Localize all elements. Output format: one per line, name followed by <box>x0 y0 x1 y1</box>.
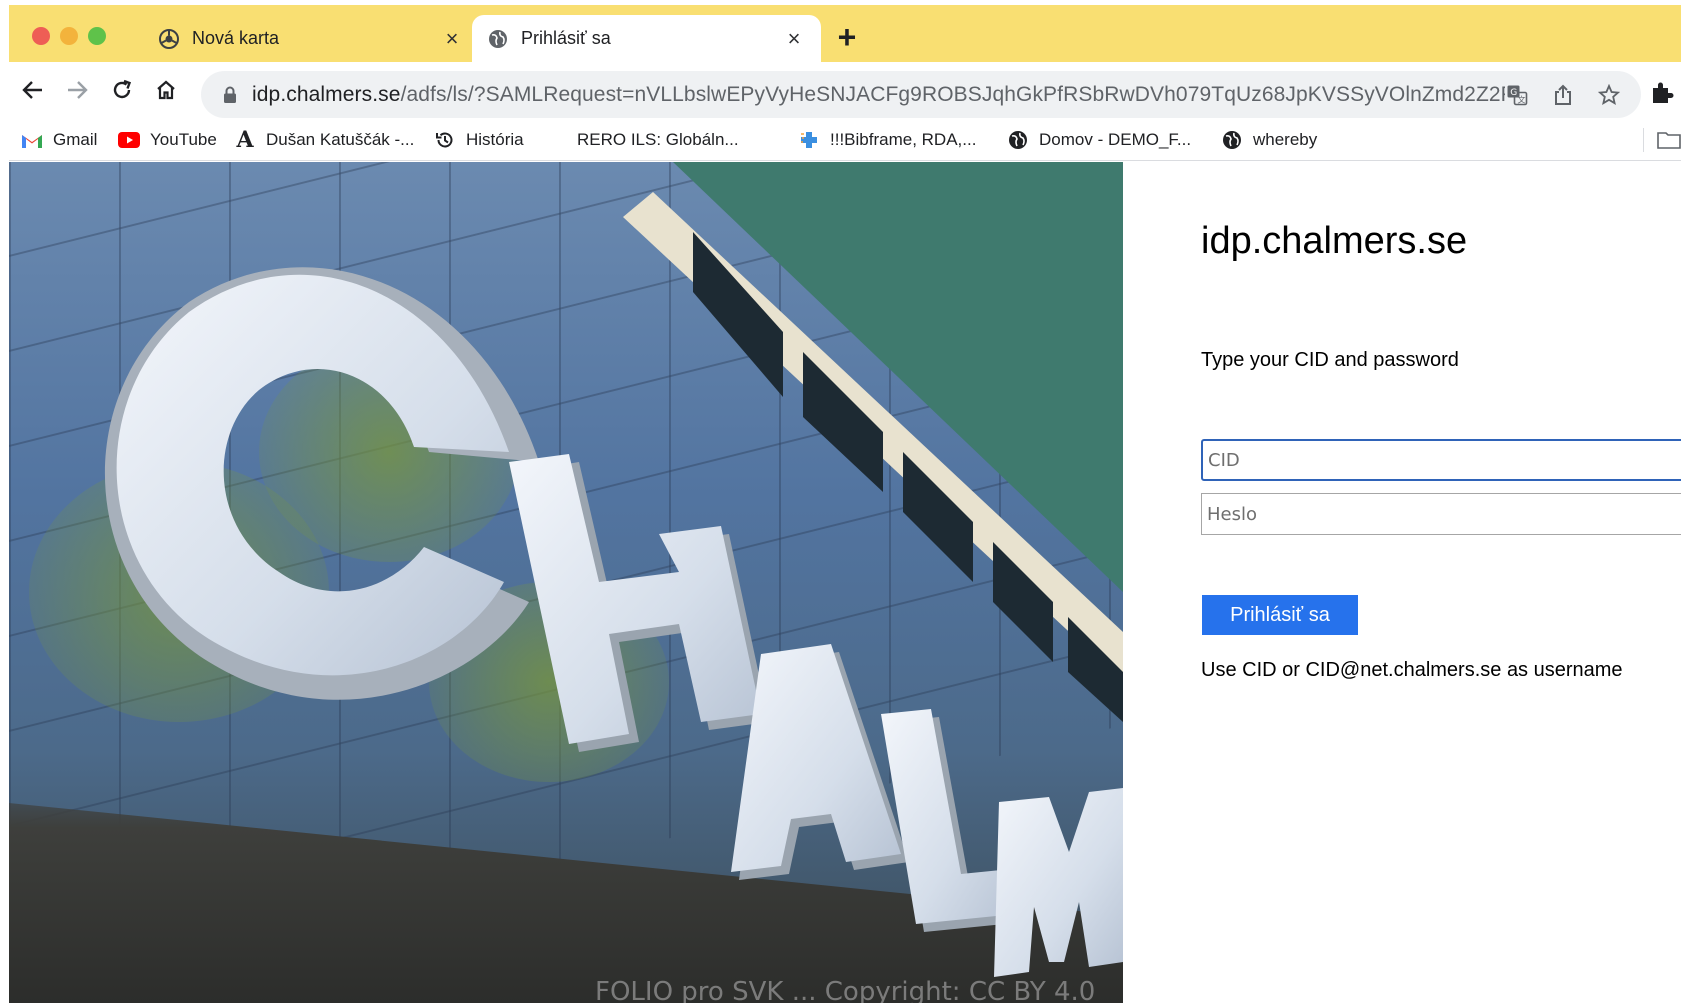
extensions-puzzle-icon[interactable] <box>1649 79 1675 105</box>
back-icon[interactable] <box>17 74 49 106</box>
bookmark-whereby[interactable]: whereby <box>1221 127 1317 153</box>
hero-image-chalmers-sign <box>9 162 1123 1003</box>
tab-new-tab[interactable]: Nová karta × <box>143 15 479 62</box>
new-tab-button[interactable]: + <box>830 21 864 55</box>
url-text[interactable]: idp.chalmers.se/adfs/ls/?SAMLRequest=nVL… <box>252 83 1505 107</box>
history-icon <box>434 130 456 150</box>
bookmark-label: Gmail <box>53 130 98 149</box>
browser-window: Nová karta × Prihlásiť sa × + idp.chalme… <box>9 5 1681 1003</box>
bookmark-star-icon[interactable] <box>1597 83 1621 107</box>
window-maximize-button[interactable] <box>88 27 106 45</box>
lock-icon[interactable] <box>223 86 237 104</box>
window-close-button[interactable] <box>32 27 50 45</box>
tab-strip: Nová karta × Prihlásiť sa × + <box>9 5 1681 62</box>
bookmark-youtube[interactable]: YouTube <box>118 127 217 153</box>
tab-login[interactable]: Prihlásiť sa × <box>472 15 821 62</box>
tab-close-icon[interactable]: × <box>783 27 805 50</box>
bookmarks-bar: Gmail YouTube A Dušan Katuščák -... Hist… <box>9 119 1681 161</box>
login-panel: idp.chalmers.se Type your CID and passwo… <box>1123 162 1681 1003</box>
bookmark-label: RERO ILS: Globáln... <box>577 130 739 149</box>
svg-text:G: G <box>1510 88 1517 98</box>
chalmers-letters <box>104 267 1123 977</box>
browser-toolbar: idp.chalmers.se/adfs/ls/?SAMLRequest=nVL… <box>9 62 1681 119</box>
bookmark-bibframe[interactable]: !!!Bibframe, RDA,... <box>798 127 976 153</box>
bookmarks-divider <box>1643 128 1644 152</box>
tab-title: Prihlásiť sa <box>521 28 611 48</box>
bookmark-label: História <box>466 130 524 149</box>
chrome-icon <box>159 28 179 49</box>
globe-icon <box>1007 130 1029 150</box>
cid-input[interactable] <box>1201 439 1681 481</box>
letter-a-icon: A <box>236 127 254 153</box>
url-host: idp.chalmers.se <box>252 82 401 106</box>
bookmark-gmail[interactable]: Gmail <box>21 127 97 153</box>
gmail-icon <box>21 130 43 150</box>
bookmark-label: whereby <box>1253 130 1318 149</box>
password-input[interactable] <box>1201 493 1681 535</box>
url-path: /adfs/ls/?SAMLRequest=nVLLbslwEPyVyHeSNJ… <box>400 82 1505 106</box>
bookmark-domov-demo[interactable]: Domov - DEMO_F... <box>1007 127 1191 153</box>
bookmark-label: Domov - DEMO_F... <box>1039 130 1192 149</box>
translate-icon[interactable]: G文 <box>1505 83 1529 107</box>
folder-icon[interactable] <box>1657 131 1681 149</box>
username-hint: Use CID or CID@net.chalmers.se as userna… <box>1201 659 1623 681</box>
youtube-icon <box>118 130 140 150</box>
plus-cross-icon <box>798 130 820 150</box>
svg-text:文: 文 <box>1518 94 1526 104</box>
login-prompt: Type your CID and password <box>1201 349 1459 371</box>
address-bar[interactable]: idp.chalmers.se/adfs/ls/?SAMLRequest=nVL… <box>201 71 1641 118</box>
bookmark-historia[interactable]: História <box>434 127 524 153</box>
globe-icon <box>488 29 508 49</box>
bookmark-label: YouTube <box>150 130 217 149</box>
bookmark-label: Dušan Katuščák -... <box>266 130 415 149</box>
site-name-heading: idp.chalmers.se <box>1201 220 1468 262</box>
tab-title: Nová karta <box>192 28 280 48</box>
tab-close-icon[interactable]: × <box>441 27 463 50</box>
bookmark-dusan-katuscak[interactable]: A Dušan Katuščák -... <box>234 127 414 153</box>
home-icon[interactable] <box>150 74 182 106</box>
forward-icon[interactable] <box>61 74 93 106</box>
bookmark-label: !!!Bibframe, RDA,... <box>830 130 977 149</box>
reload-icon[interactable] <box>106 74 138 106</box>
window-minimize-button[interactable] <box>60 27 78 45</box>
globe-icon <box>1221 130 1243 150</box>
bookmark-rero-ils[interactable]: RERO ILS: Globáln... <box>577 127 739 153</box>
share-icon[interactable] <box>1551 83 1575 107</box>
sign-in-button[interactable]: Prihlásiť sa <box>1202 595 1358 635</box>
presentation-watermark: FOLIO pro SVK ... Copyright: CC BY 4.0 <box>595 977 1096 1003</box>
